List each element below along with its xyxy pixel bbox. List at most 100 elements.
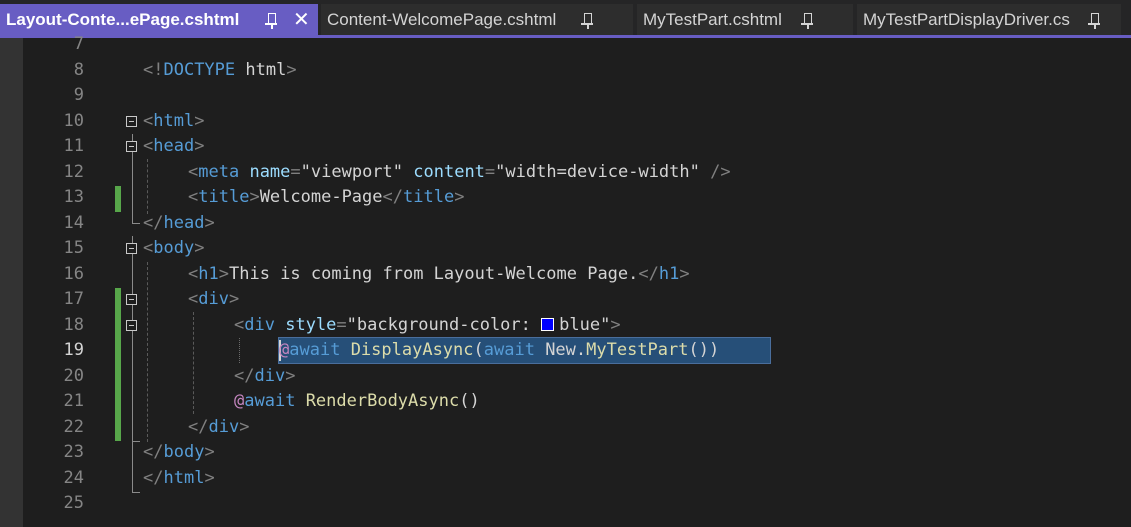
code-line[interactable]: 19 @await DisplayAsync(await New.MyTestPa…	[0, 339, 1131, 365]
code-token: DOCTYPE	[163, 59, 236, 80]
code-token: name	[249, 161, 291, 182]
code-token: h1	[198, 263, 219, 284]
code-token: >	[286, 59, 297, 80]
code-line[interactable]: 7	[0, 33, 1131, 59]
code-token: >	[204, 467, 215, 488]
code-token: >	[454, 187, 465, 207]
code-text[interactable]: @await RenderBodyAsync()	[234, 391, 480, 411]
code-line[interactable]: 22 </div>	[0, 416, 1131, 442]
code-token: @	[234, 391, 245, 411]
code-token: >	[204, 212, 215, 233]
code-text[interactable]: </html>	[143, 468, 215, 488]
code-line[interactable]: 9	[0, 84, 1131, 110]
pin-icon[interactable]	[265, 10, 277, 29]
code-text[interactable]: </div>	[234, 366, 295, 386]
code-token: div	[254, 365, 286, 386]
code-token: <	[234, 314, 245, 335]
code-text[interactable]: <div>	[188, 289, 239, 309]
code-text[interactable]: <h1>This is coming from Layout-Welcome P…	[188, 264, 690, 284]
code-token: <	[143, 238, 154, 258]
code-token: >	[194, 136, 205, 156]
tab-mytestpartdisplaydriver[interactable]: MyTestPartDisplayDriver.cs	[857, 4, 1121, 35]
code-token: div	[244, 314, 275, 335]
code-token: h1	[658, 263, 680, 284]
code-text[interactable]: <div style="background-color: blue">	[234, 315, 621, 335]
color-swatch-icon	[541, 317, 555, 331]
line-number: 18	[63, 314, 84, 335]
code-token: <!	[143, 59, 164, 80]
code-token: >	[239, 416, 250, 437]
code-token: </	[143, 467, 164, 488]
code-line[interactable]: 18 <div style="background-color: blue">	[0, 314, 1131, 340]
code-line[interactable]: 21 @await RenderBodyAsync()	[0, 390, 1131, 416]
code-text[interactable]: @await DisplayAsync(await New.MyTestPart…	[279, 340, 719, 360]
code-token: =	[290, 161, 301, 182]
collapse-icon[interactable]	[126, 294, 137, 305]
code-token: =	[336, 314, 347, 335]
code-text[interactable]: </body>	[143, 442, 215, 462]
code-token: await	[244, 391, 296, 411]
tab-mytestpart[interactable]: MyTestPart.cshtml	[637, 4, 853, 35]
pin-icon[interactable]	[581, 10, 593, 29]
code-line[interactable]: 15 <body>	[0, 237, 1131, 263]
code-token: </	[143, 212, 164, 233]
pin-icon[interactable]	[1088, 10, 1100, 29]
code-token: >	[249, 187, 260, 207]
code-line[interactable]: 10 <html>	[0, 110, 1131, 136]
code-line[interactable]: 11 <head>	[0, 135, 1131, 161]
code-text[interactable]: <title>Welcome-Page</title>	[188, 187, 464, 207]
code-line[interactable]: 13 <title>Welcome-Page</title>	[0, 186, 1131, 212]
collapse-icon[interactable]	[126, 141, 137, 152]
code-token: >	[204, 442, 215, 462]
collapse-icon[interactable]	[126, 319, 137, 331]
collapse-icon[interactable]	[126, 243, 137, 254]
code-token: html	[153, 110, 195, 131]
code-line[interactable]: 12 <meta name="viewport" content="width=d…	[0, 161, 1131, 187]
code-text[interactable]: <!DOCTYPE html>	[143, 60, 297, 80]
tab-content-welcomepage[interactable]: Content-WelcomePage.cshtml	[321, 4, 633, 35]
code-text[interactable]: <body>	[143, 238, 204, 258]
code-line[interactable]: 20 </div>	[0, 365, 1131, 391]
line-number: 12	[63, 161, 84, 182]
line-number: 16	[63, 263, 84, 284]
code-token: (	[473, 340, 484, 360]
code-token: "background-color:	[346, 314, 542, 335]
code-token: head	[163, 212, 205, 233]
code-token: />	[710, 161, 731, 182]
collapse-icon[interactable]	[126, 115, 137, 127]
code-token: </	[382, 187, 403, 207]
code-text[interactable]: </head>	[143, 213, 215, 233]
code-line[interactable]: 25	[0, 492, 1131, 518]
code-token: >	[218, 263, 229, 284]
code-text[interactable]: <html>	[143, 111, 204, 131]
code-line[interactable]: 8 <!DOCTYPE html>	[0, 59, 1131, 85]
code-token: </	[234, 365, 255, 386]
line-number: 21	[63, 391, 84, 411]
code-editor[interactable]: 7 8 <!DOCTYPE html> 9 10 <html> 11 <head> 12 <met…	[0, 34, 1131, 527]
code-token: </	[143, 442, 164, 462]
close-tab-icon[interactable]: ✕	[293, 7, 310, 32]
code-text[interactable]: <head>	[143, 136, 204, 156]
line-number: 25	[63, 493, 84, 513]
line-number: 14	[63, 212, 84, 233]
code-token: div	[208, 416, 240, 437]
line-number: 17	[63, 289, 84, 309]
code-line[interactable]: 17 <div>	[0, 288, 1131, 314]
code-token: >	[228, 289, 240, 309]
code-line[interactable]: 24 </html>	[0, 467, 1131, 493]
code-line[interactable]: 14 </head>	[0, 212, 1131, 238]
code-token: New.	[534, 340, 587, 360]
code-token: div	[198, 289, 229, 309]
code-token: <	[143, 136, 154, 156]
code-token: title	[198, 187, 250, 207]
code-text[interactable]: <meta name="viewport" content="width=dev…	[188, 162, 731, 182]
code-token: >	[194, 238, 205, 258]
code-text[interactable]: </div>	[188, 417, 249, 437]
line-number: 23	[63, 442, 84, 462]
pin-icon[interactable]	[801, 10, 813, 29]
code-line[interactable]: 16 <h1>This is coming from Layout-Welcome…	[0, 263, 1131, 289]
line-number: 19	[63, 340, 84, 360]
code-line[interactable]: 23 </body>	[0, 441, 1131, 467]
